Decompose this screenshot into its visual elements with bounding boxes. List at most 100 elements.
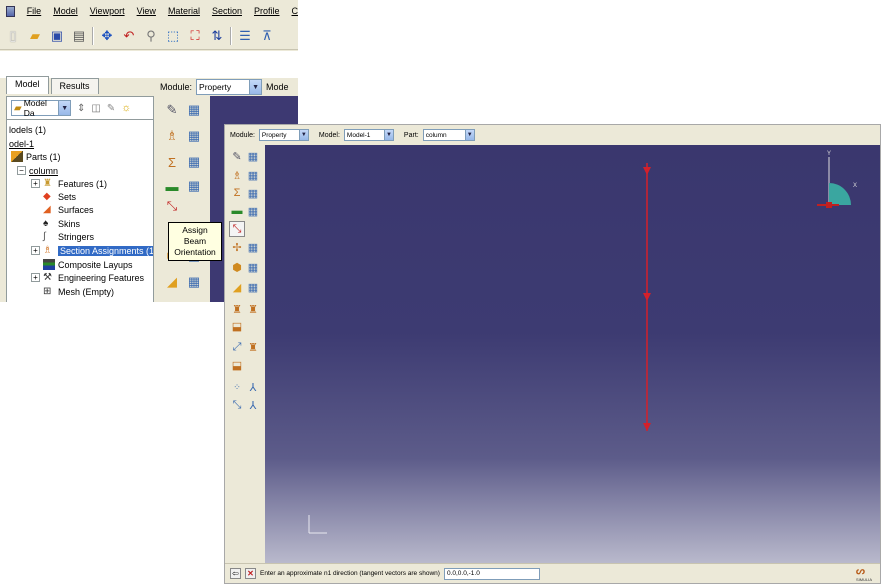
assign-section-icon[interactable]: Σ bbox=[229, 185, 245, 201]
assignment-manager-icon[interactable]: ▦ bbox=[245, 185, 261, 201]
expand-icon[interactable]: + bbox=[31, 179, 40, 188]
skin-icon[interactable]: ⬢ bbox=[229, 259, 245, 275]
menu-section[interactable]: Section bbox=[212, 6, 242, 16]
database-icon: ▰ bbox=[14, 102, 22, 114]
stringer-icon[interactable]: ◢ bbox=[229, 279, 245, 295]
print-icon[interactable]: ▤ bbox=[70, 27, 88, 45]
collapse-icon[interactable]: − bbox=[17, 166, 26, 175]
tree-item-model[interactable]: odel-1 bbox=[9, 137, 34, 150]
back-arrow-button[interactable]: ⇦ bbox=[230, 568, 241, 579]
n1-direction-input[interactable] bbox=[443, 567, 540, 580]
assign-normal-icon[interactable]: ✢ bbox=[229, 239, 245, 255]
section-manager-icon[interactable]: ▦ bbox=[245, 167, 261, 183]
tree-item-engineering-features[interactable]: + ⚒ Engineering Features bbox=[31, 271, 144, 284]
app-menu-icon[interactable] bbox=[6, 5, 15, 17]
menu-viewport[interactable]: Viewport bbox=[90, 6, 125, 16]
assignment-manager-icon[interactable]: ▦ bbox=[184, 152, 204, 172]
special-manager-icon[interactable]: ♜ bbox=[245, 301, 261, 317]
menu-file[interactable]: File bbox=[27, 6, 42, 16]
tree-item-features[interactable]: + ♜ Features (1) bbox=[31, 177, 107, 190]
expand-collapse-icon[interactable]: ⇕ bbox=[77, 103, 85, 114]
back-module-select[interactable]: Property ▼ bbox=[196, 79, 263, 95]
tree-item-parts[interactable]: Parts (1) bbox=[11, 150, 61, 163]
open-folder-icon[interactable]: ▰ bbox=[26, 27, 44, 45]
cancel-x-button[interactable]: ✕ bbox=[245, 568, 256, 579]
cycle-views-icon[interactable]: ⇅ bbox=[208, 27, 226, 45]
chevron-down-icon: ▼ bbox=[58, 101, 70, 115]
chevron-down-icon: ▼ bbox=[298, 130, 308, 140]
tab-results[interactable]: Results bbox=[50, 78, 99, 94]
perspective-icon[interactable]: ⊼ bbox=[258, 27, 276, 45]
expand-icon[interactable]: + bbox=[31, 246, 40, 255]
filter-icon[interactable]: ◫ bbox=[91, 103, 100, 114]
tab-model[interactable]: Model bbox=[6, 76, 49, 94]
special-icon[interactable]: ♜ bbox=[229, 301, 245, 317]
tangent-arrow-icon bbox=[643, 167, 651, 175]
layup-manager-icon[interactable]: ▦ bbox=[184, 176, 204, 196]
datum-csys-icon[interactable]: ⅄ bbox=[245, 397, 261, 413]
pan-icon[interactable]: ✥ bbox=[98, 27, 116, 45]
menu-profile[interactable]: Profile bbox=[254, 6, 280, 16]
prompt-text: Enter an approximate n1 direction (tange… bbox=[260, 570, 440, 577]
toolbar-spacer bbox=[0, 51, 298, 78]
tree-item-column[interactable]: − column bbox=[17, 164, 58, 177]
create-layup-icon[interactable]: ▬ bbox=[229, 203, 245, 219]
composite-layups-icon bbox=[43, 259, 55, 270]
zoom-icon[interactable]: ⚲ bbox=[142, 27, 160, 45]
tree-item-sets[interactable]: ◆ Sets bbox=[43, 190, 76, 203]
menu-model[interactable]: Model bbox=[53, 6, 78, 16]
stringer-icon[interactable]: ◢ bbox=[162, 272, 182, 292]
beam-column[interactable] bbox=[643, 163, 651, 431]
highlight-icon[interactable]: ☼ bbox=[121, 102, 131, 114]
create-section-icon[interactable]: ♗ bbox=[162, 126, 182, 146]
rotate-icon[interactable]: ↶ bbox=[120, 27, 138, 45]
material-manager-icon[interactable]: ▦ bbox=[245, 148, 261, 164]
material-manager-icon[interactable]: ▦ bbox=[184, 100, 204, 120]
sets-icon: ◆ bbox=[43, 191, 51, 202]
menu-view[interactable]: View bbox=[137, 6, 156, 16]
datum-axis-icon[interactable]: ⅄ bbox=[245, 379, 261, 395]
tree-item-section-assignments[interactable]: + ♗ Section Assignments (1) bbox=[31, 244, 153, 257]
menu-truncated[interactable]: C bbox=[292, 6, 299, 16]
layup-manager-icon[interactable]: ▦ bbox=[245, 203, 261, 219]
module-select[interactable]: Property ▼ bbox=[258, 129, 309, 141]
datum-point-icon[interactable]: ⁘ bbox=[229, 379, 245, 395]
render-style-icon[interactable]: ☰ bbox=[236, 27, 254, 45]
section-manager-icon[interactable]: ▦ bbox=[184, 126, 204, 146]
assign-section-icon[interactable]: Σ bbox=[162, 152, 182, 172]
prompt-area: ⇦ ✕ Enter an approximate n1 direction (t… bbox=[225, 563, 880, 583]
model-select[interactable]: Model-1 ▼ bbox=[343, 129, 394, 141]
viewport[interactable]: Y X bbox=[265, 145, 880, 563]
engineering-feature-icon[interactable]: ⤢ bbox=[229, 339, 245, 355]
menu-material[interactable]: Material bbox=[168, 6, 200, 16]
pencil-icon[interactable]: ✎ bbox=[107, 103, 115, 114]
create-material-icon[interactable]: ✎ bbox=[229, 148, 245, 164]
datum-plane-icon[interactable]: ⤡ bbox=[229, 397, 245, 413]
tree-item-composite-layups[interactable]: Composite Layups bbox=[43, 258, 133, 271]
tree-item-mesh[interactable]: ⊞ Mesh (Empty) bbox=[43, 285, 114, 298]
part-select[interactable]: column ▼ bbox=[422, 129, 475, 141]
inertia-icon[interactable]: ⬓ bbox=[229, 318, 245, 334]
tree-item-models[interactable]: lodels (1) bbox=[9, 123, 46, 136]
assign-beam-orientation-icon[interactable]: ⤡ bbox=[229, 221, 245, 237]
stringer-manager-icon[interactable]: ▦ bbox=[184, 272, 204, 292]
stringer-manager-icon[interactable]: ▦ bbox=[245, 279, 261, 295]
create-layup-icon[interactable]: ▬ bbox=[162, 176, 182, 196]
expand-icon[interactable]: + bbox=[31, 273, 40, 282]
create-section-icon[interactable]: ♗ bbox=[229, 167, 245, 183]
skin-manager-icon[interactable]: ▦ bbox=[245, 259, 261, 275]
spring-icon[interactable]: ⬓ bbox=[229, 357, 245, 373]
engineering-manager-icon[interactable]: ♜ bbox=[245, 339, 261, 355]
save-icon[interactable]: ▣ bbox=[48, 27, 66, 45]
tree-item-surfaces[interactable]: ◢ Surfaces bbox=[43, 203, 94, 216]
create-material-icon[interactable]: ✎ bbox=[162, 100, 182, 120]
tree-item-skins[interactable]: ♠ Skins bbox=[43, 217, 80, 230]
main-toolbar: ▯ ▰ ▣ ▤ ✥ ↶ ⚲ ⬚ ⛶ ⇅ ☰ ⊼ bbox=[0, 22, 298, 50]
assign-beam-orientation-icon[interactable]: ⤡ bbox=[162, 196, 182, 216]
normal-manager-icon[interactable]: ▦ bbox=[245, 239, 261, 255]
model-database-select[interactable]: ▰ Model Da ▼ bbox=[11, 98, 71, 118]
box-zoom-icon[interactable]: ⬚ bbox=[164, 27, 182, 45]
auto-fit-icon[interactable]: ⛶ bbox=[186, 27, 204, 45]
new-file-icon[interactable]: ▯ bbox=[4, 27, 22, 45]
tree-item-stringers[interactable]: ∫ Stringers bbox=[43, 230, 94, 243]
